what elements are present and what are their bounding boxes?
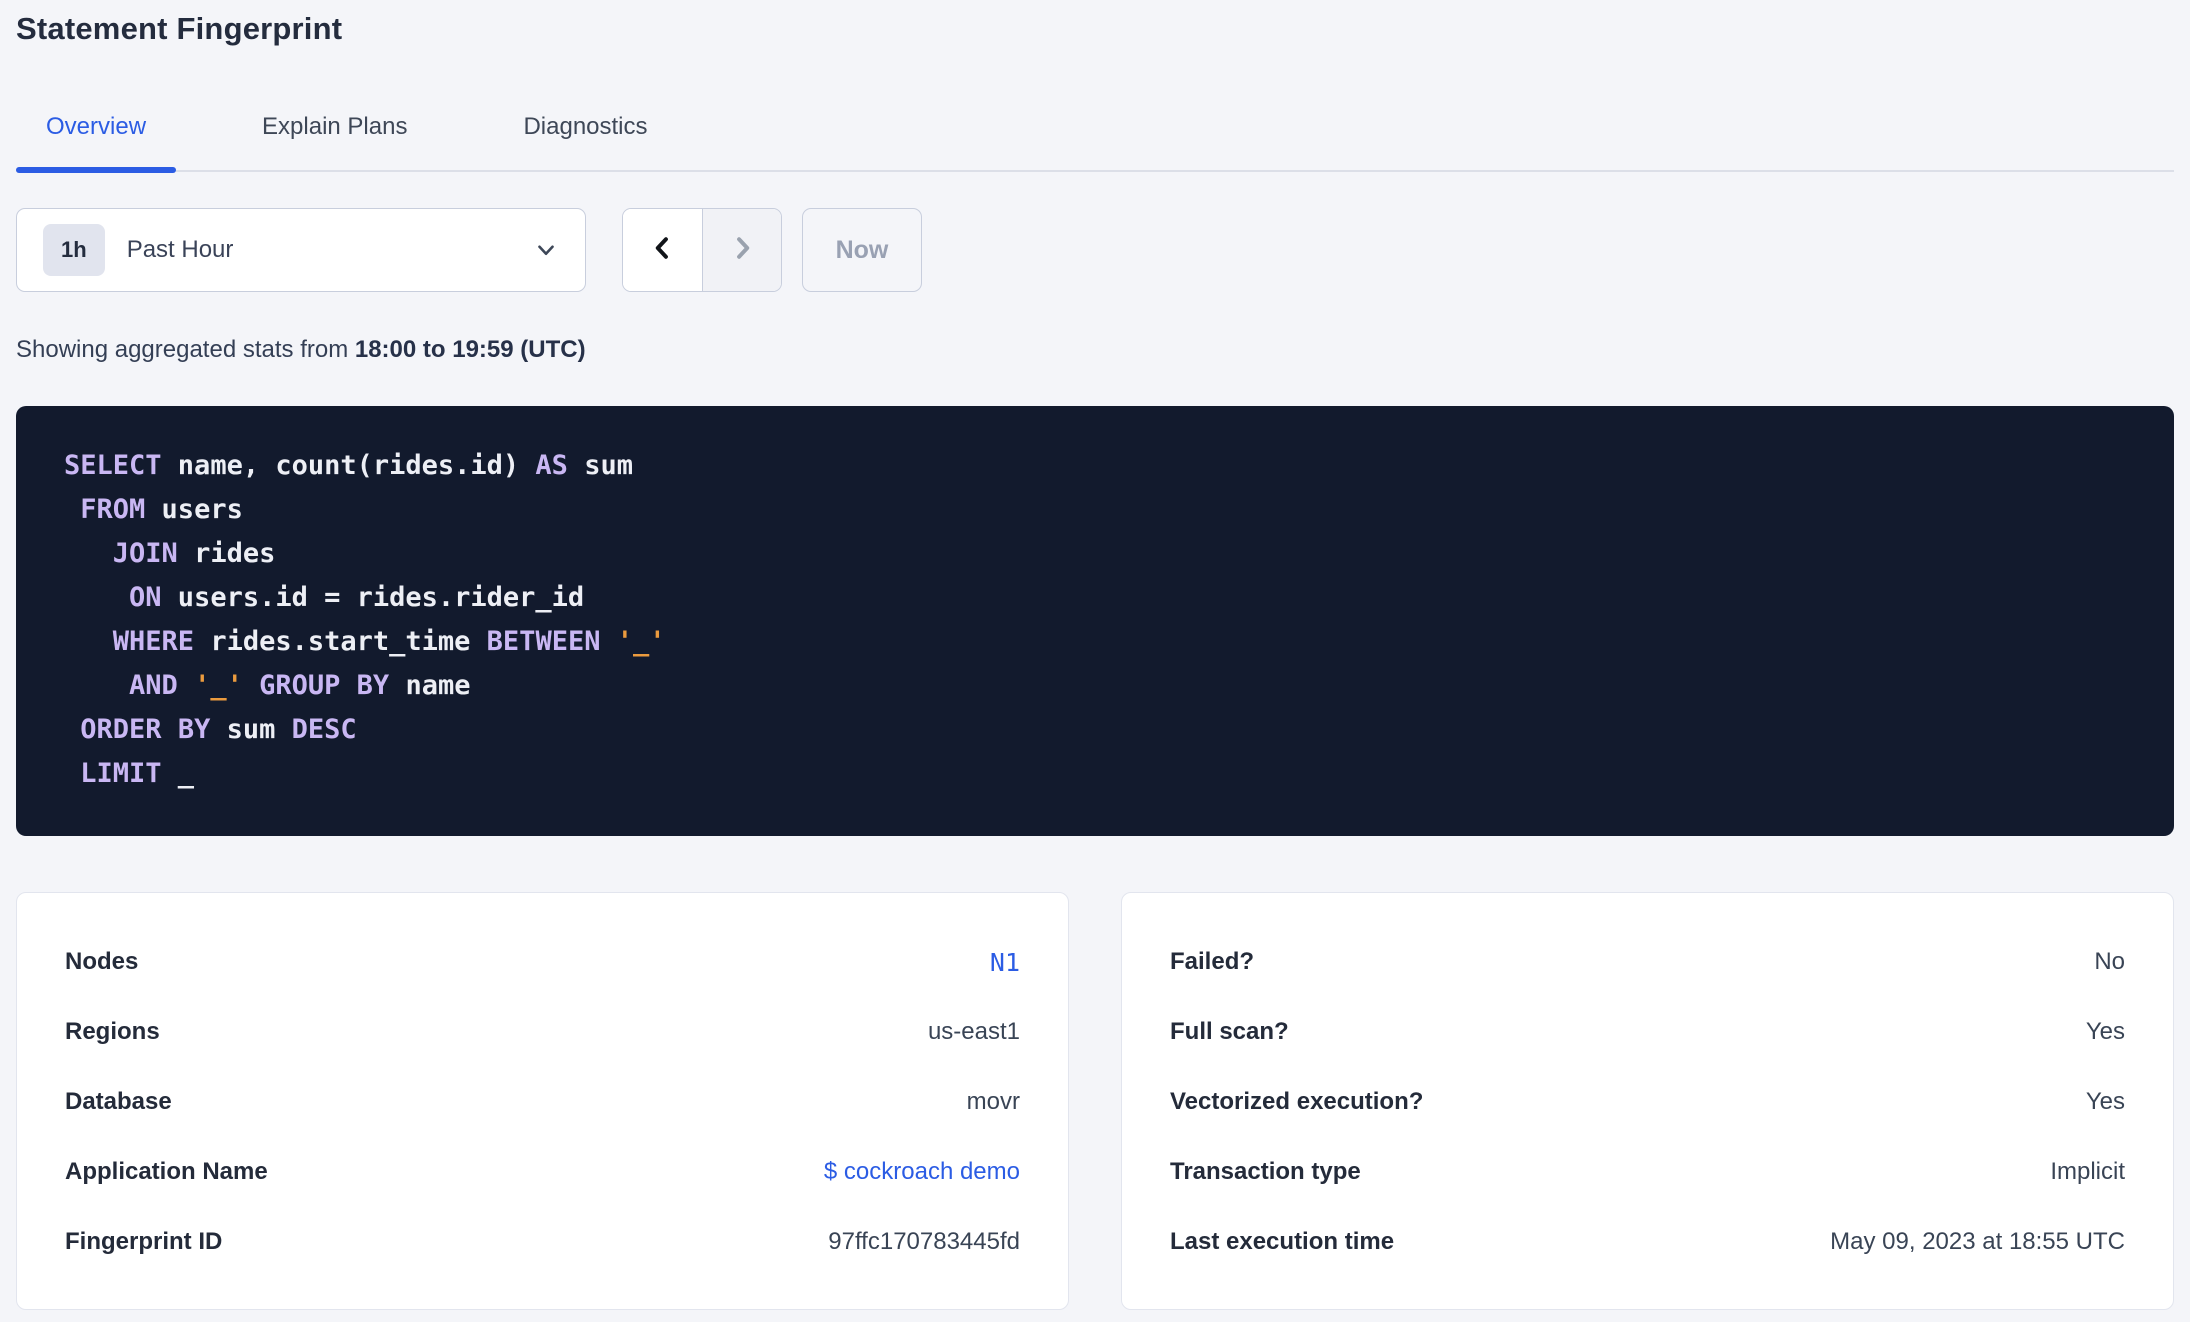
detail-row-full-scan: Full scan? Yes [1170, 997, 2125, 1067]
time-step-buttons [622, 208, 782, 292]
nodes-value-link[interactable]: N1 [990, 948, 1020, 977]
previous-interval-button[interactable] [623, 209, 702, 291]
database-value: movr [966, 1088, 1020, 1115]
sql-code: SELECT name, count(rides.id) AS sum FROM… [64, 450, 666, 789]
time-range-select[interactable]: 1h Past Hour [16, 208, 586, 292]
full-scan-value: Yes [2085, 1018, 2125, 1045]
tab-overview[interactable]: Overview [16, 112, 177, 173]
fingerprint-id-value: 97ffc170783445fd [828, 1228, 1020, 1255]
transaction-type-value: Implicit [2050, 1158, 2125, 1185]
transaction-type-label: Transaction type [1170, 1158, 1361, 1185]
detail-row-last-execution: Last execution time May 09, 2023 at 18:5… [1170, 1207, 2125, 1277]
statement-details-card: Nodes N1 Regions us-east1 Database movr … [16, 892, 1069, 1310]
detail-row-failed: Failed? No [1170, 927, 2125, 997]
vectorized-label: Vectorized execution? [1170, 1088, 1424, 1115]
failed-label: Failed? [1170, 948, 1255, 975]
application-name-label: Application Name [65, 1158, 268, 1185]
time-controls: 1h Past Hour Now [16, 208, 2174, 292]
fingerprint-id-label: Fingerprint ID [65, 1228, 223, 1255]
tab-bar: Overview Explain Plans Diagnostics [16, 112, 2174, 173]
last-execution-value: May 09, 2023 at 18:55 UTC [1830, 1228, 2125, 1255]
chevron-left-icon [649, 234, 677, 267]
chevron-down-icon [533, 237, 559, 263]
page-title: Statement Fingerprint [16, 11, 343, 46]
detail-row-application-name: Application Name $ cockroach demo [65, 1137, 1020, 1207]
execution-attributes-card: Failed? No Full scan? Yes Vectorized exe… [1121, 892, 2174, 1310]
detail-row-regions: Regions us-east1 [65, 997, 1020, 1067]
regions-label: Regions [65, 1018, 160, 1045]
failed-value: No [2094, 948, 2125, 975]
time-range-label: Past Hour [126, 236, 234, 263]
chevron-right-icon [728, 234, 756, 267]
time-range-badge: 1h [43, 224, 105, 276]
nodes-label: Nodes [65, 948, 139, 975]
aggregated-stats-range: 18:00 to 19:59 (UTC) [354, 336, 586, 363]
regions-value: us-east1 [927, 1018, 1020, 1045]
vectorized-value: Yes [2085, 1088, 2125, 1115]
detail-row-database: Database movr [65, 1067, 1020, 1137]
next-interval-button[interactable] [702, 209, 781, 291]
aggregated-stats-text: Showing aggregated stats from 18:00 to 1… [16, 336, 586, 363]
last-execution-label: Last execution time [1170, 1228, 1395, 1255]
tab-explain-plans[interactable]: Explain Plans [232, 112, 437, 170]
now-button[interactable]: Now [802, 208, 922, 292]
detail-row-fingerprint-id: Fingerprint ID 97ffc170783445fd [65, 1207, 1020, 1277]
application-name-value-link[interactable]: $ cockroach demo [824, 1158, 1020, 1186]
detail-cards: Nodes N1 Regions us-east1 Database movr … [16, 892, 2174, 1310]
tab-diagnostics[interactable]: Diagnostics [493, 112, 677, 170]
detail-row-vectorized: Vectorized execution? Yes [1170, 1067, 2125, 1137]
full-scan-label: Full scan? [1170, 1018, 1289, 1045]
detail-row-transaction-type: Transaction type Implicit [1170, 1137, 2125, 1207]
database-label: Database [65, 1088, 172, 1115]
detail-row-nodes: Nodes N1 [65, 927, 1020, 997]
statement-sql-box: SELECT name, count(rides.id) AS sum FROM… [16, 406, 2174, 836]
